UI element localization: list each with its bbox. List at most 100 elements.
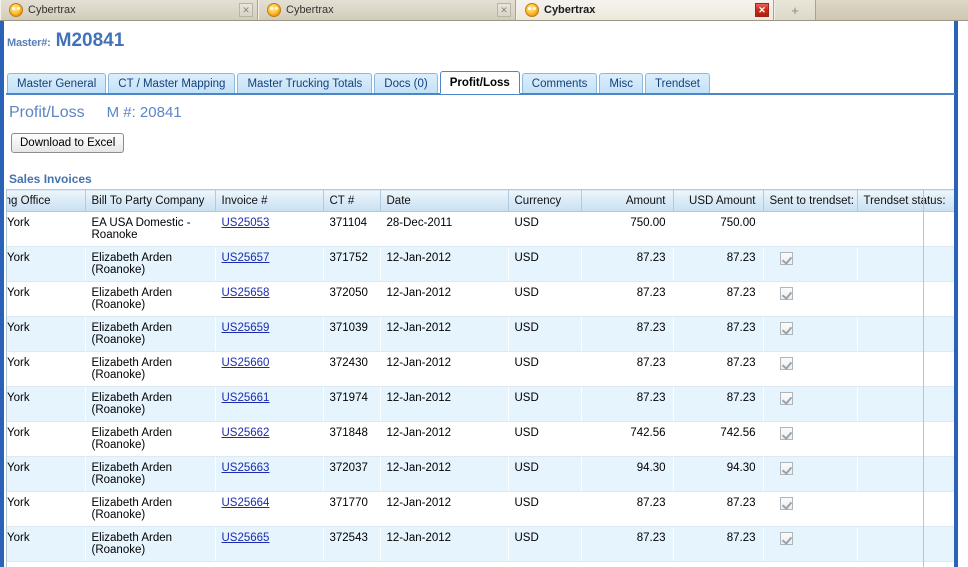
- column-header-ct-no[interactable]: CT #: [323, 189, 381, 212]
- cell-amount: 87.23: [581, 386, 673, 422]
- sent-to-trendset-checkbox[interactable]: [779, 427, 793, 440]
- invoice-link[interactable]: US25659: [222, 322, 270, 334]
- invoice-table-viewport: Issuing OfficeBill To Party CompanyInvoi…: [6, 189, 954, 567]
- cell-sent-to-trendset: [763, 246, 857, 282]
- new-tab-button[interactable]: +: [774, 0, 816, 20]
- cell-ct-no: 372037: [323, 456, 380, 492]
- close-icon[interactable]: ✕: [755, 2, 769, 17]
- tab-trendset[interactable]: Trendset: [645, 73, 711, 94]
- cell-currency: USD: [508, 456, 581, 492]
- tab-comments[interactable]: Comments: [521, 73, 598, 94]
- cell-date: 12-Jan-2012: [380, 491, 508, 527]
- sent-to-trendset-checkbox[interactable]: [779, 322, 793, 335]
- cell-usd-amount: 742.56: [673, 421, 763, 457]
- cell-issuing-office: New York: [7, 456, 85, 492]
- cell-amount: 87.23: [581, 281, 673, 317]
- invoice-link[interactable]: US25053: [222, 217, 270, 229]
- cybertrax-favicon-icon: [9, 2, 23, 17]
- cell-invoice-number: US25662: [215, 421, 323, 457]
- sent-to-trendset-checkbox[interactable]: [779, 392, 793, 405]
- cell-date: 12-Jan-2012: [380, 386, 508, 422]
- cell-trendset-status: [857, 491, 954, 527]
- cell-currency: USD: [508, 526, 581, 562]
- column-header-usd-amount[interactable]: USD Amount: [673, 189, 764, 212]
- cell-ct-no: 372050: [323, 281, 380, 317]
- cell-issuing-office: New York: [7, 561, 85, 567]
- cell-issuing-office: New York: [7, 211, 85, 247]
- cell-sent-to-trendset: [763, 351, 857, 387]
- browser-tab-strip: Cybertrax ✕ Cybertrax ✕ Cybertrax ✕ +: [0, 0, 968, 21]
- sent-to-trendset-checkbox[interactable]: [779, 252, 793, 265]
- browser-tab-2[interactable]: Cybertrax ✕: [258, 0, 516, 20]
- page-title-row: Profit/Loss M #: 20841: [9, 104, 182, 122]
- cell-invoice-number: US25053: [215, 211, 323, 247]
- right-border-gap: [958, 21, 968, 567]
- cell-usd-amount: 94.30: [673, 456, 763, 492]
- cell-bill-to-party: Elizabeth Arden (Roanoke): [85, 456, 215, 492]
- cell-sent-to-trendset: [763, 456, 857, 492]
- cell-currency: USD: [508, 211, 581, 247]
- browser-tab-title: Cybertrax: [286, 3, 334, 16]
- cell-ct-no: 372543: [323, 526, 380, 562]
- invoice-link[interactable]: US25661: [222, 392, 270, 404]
- invoice-link[interactable]: US25665: [222, 532, 270, 544]
- sent-to-trendset-checkbox[interactable]: [779, 357, 793, 370]
- column-header-sent-to-trendset[interactable]: Sent to trendset:: [763, 189, 858, 212]
- invoice-link[interactable]: US25662: [222, 427, 270, 439]
- sent-to-trendset-checkbox[interactable]: [779, 462, 793, 475]
- cell-date: 12-Jan-2012: [380, 246, 508, 282]
- cell-usd-amount: 87.23: [673, 526, 763, 562]
- sent-to-trendset-checkbox[interactable]: [779, 532, 793, 545]
- tab-misc[interactable]: Misc: [599, 73, 644, 94]
- close-icon[interactable]: ✕: [497, 2, 511, 17]
- sent-to-trendset-checkbox[interactable]: [779, 287, 793, 300]
- download-to-excel-button[interactable]: Download to Excel: [11, 133, 125, 153]
- cell-amount: 94.30: [581, 456, 673, 492]
- cell-trendset-status: [857, 421, 954, 457]
- invoice-link[interactable]: US25658: [222, 287, 270, 299]
- tab-ct-master-mapping[interactable]: CT / Master Mapping: [108, 73, 236, 94]
- column-header-invoice-no[interactable]: Invoice #: [215, 189, 324, 212]
- column-header-issuing-office[interactable]: Issuing Office: [7, 189, 86, 212]
- browser-tab-3[interactable]: Cybertrax ✕: [516, 0, 774, 20]
- table-row: New YorkElizabeth Arden (Roanoke) US25660…: [7, 351, 954, 387]
- column-header-trendset-status[interactable]: Trendset status:: [857, 189, 954, 212]
- cell-sent-to-trendset: [763, 526, 857, 562]
- invoice-link[interactable]: US25660: [222, 357, 270, 369]
- tab-master-general[interactable]: Master General: [7, 73, 107, 94]
- table-row: New YorkElizabeth Arden (Roanoke)US25666…: [7, 561, 954, 567]
- tab-master-trucking-totals[interactable]: Master Trucking Totals: [237, 73, 373, 94]
- cell-trendset-status: [857, 281, 954, 317]
- table-right-border: [923, 189, 924, 567]
- cell-issuing-office: New York: [7, 491, 85, 527]
- invoice-link[interactable]: US25664: [222, 497, 270, 509]
- table-row: New YorkEA USA Domestic - Roanoke US25053…: [7, 211, 954, 247]
- cell-sent-to-trendset: [763, 421, 857, 457]
- column-header-amount[interactable]: Amount: [581, 189, 674, 212]
- tab-docs-0[interactable]: Docs (0): [374, 73, 438, 94]
- cell-date: 12-Jan-2012: [380, 316, 508, 352]
- sent-to-trendset-checkbox[interactable]: [779, 497, 793, 510]
- column-header-bill-to-party[interactable]: Bill To Party Company: [85, 189, 216, 212]
- cell-ct-no: 371039: [323, 316, 380, 352]
- close-icon[interactable]: ✕: [239, 2, 253, 17]
- column-header-currency[interactable]: Currency: [508, 189, 582, 212]
- cell-date: 12-Jan-2012: [380, 351, 508, 387]
- cell-ct-no: 371974: [323, 386, 380, 422]
- table-row: New YorkElizabeth Arden (Roanoke) US25664…: [7, 491, 954, 527]
- cell-sent-to-trendset: [763, 316, 857, 352]
- column-header-date[interactable]: Date: [380, 189, 509, 212]
- cell-ct-no: 371752: [323, 246, 380, 282]
- table-row: New YorkElizabeth Arden (Roanoke) US25659…: [7, 316, 954, 352]
- cell-trendset-status: [857, 561, 954, 567]
- invoice-link[interactable]: US25663: [222, 462, 270, 474]
- cell-issuing-office: New York: [7, 316, 85, 352]
- cell-invoice-number: US25657: [215, 246, 323, 282]
- cell-invoice-number: US25665: [215, 526, 323, 562]
- sales-invoices-heading: Sales Invoices: [9, 172, 92, 186]
- invoice-link[interactable]: US25657: [222, 252, 270, 264]
- master-number-label: Master#:: [7, 37, 51, 49]
- cell-bill-to-party: EA USA Domestic - Roanoke: [85, 211, 215, 247]
- browser-tab-1[interactable]: Cybertrax ✕: [0, 0, 258, 20]
- tab-profit-loss[interactable]: Profit/Loss: [439, 71, 520, 94]
